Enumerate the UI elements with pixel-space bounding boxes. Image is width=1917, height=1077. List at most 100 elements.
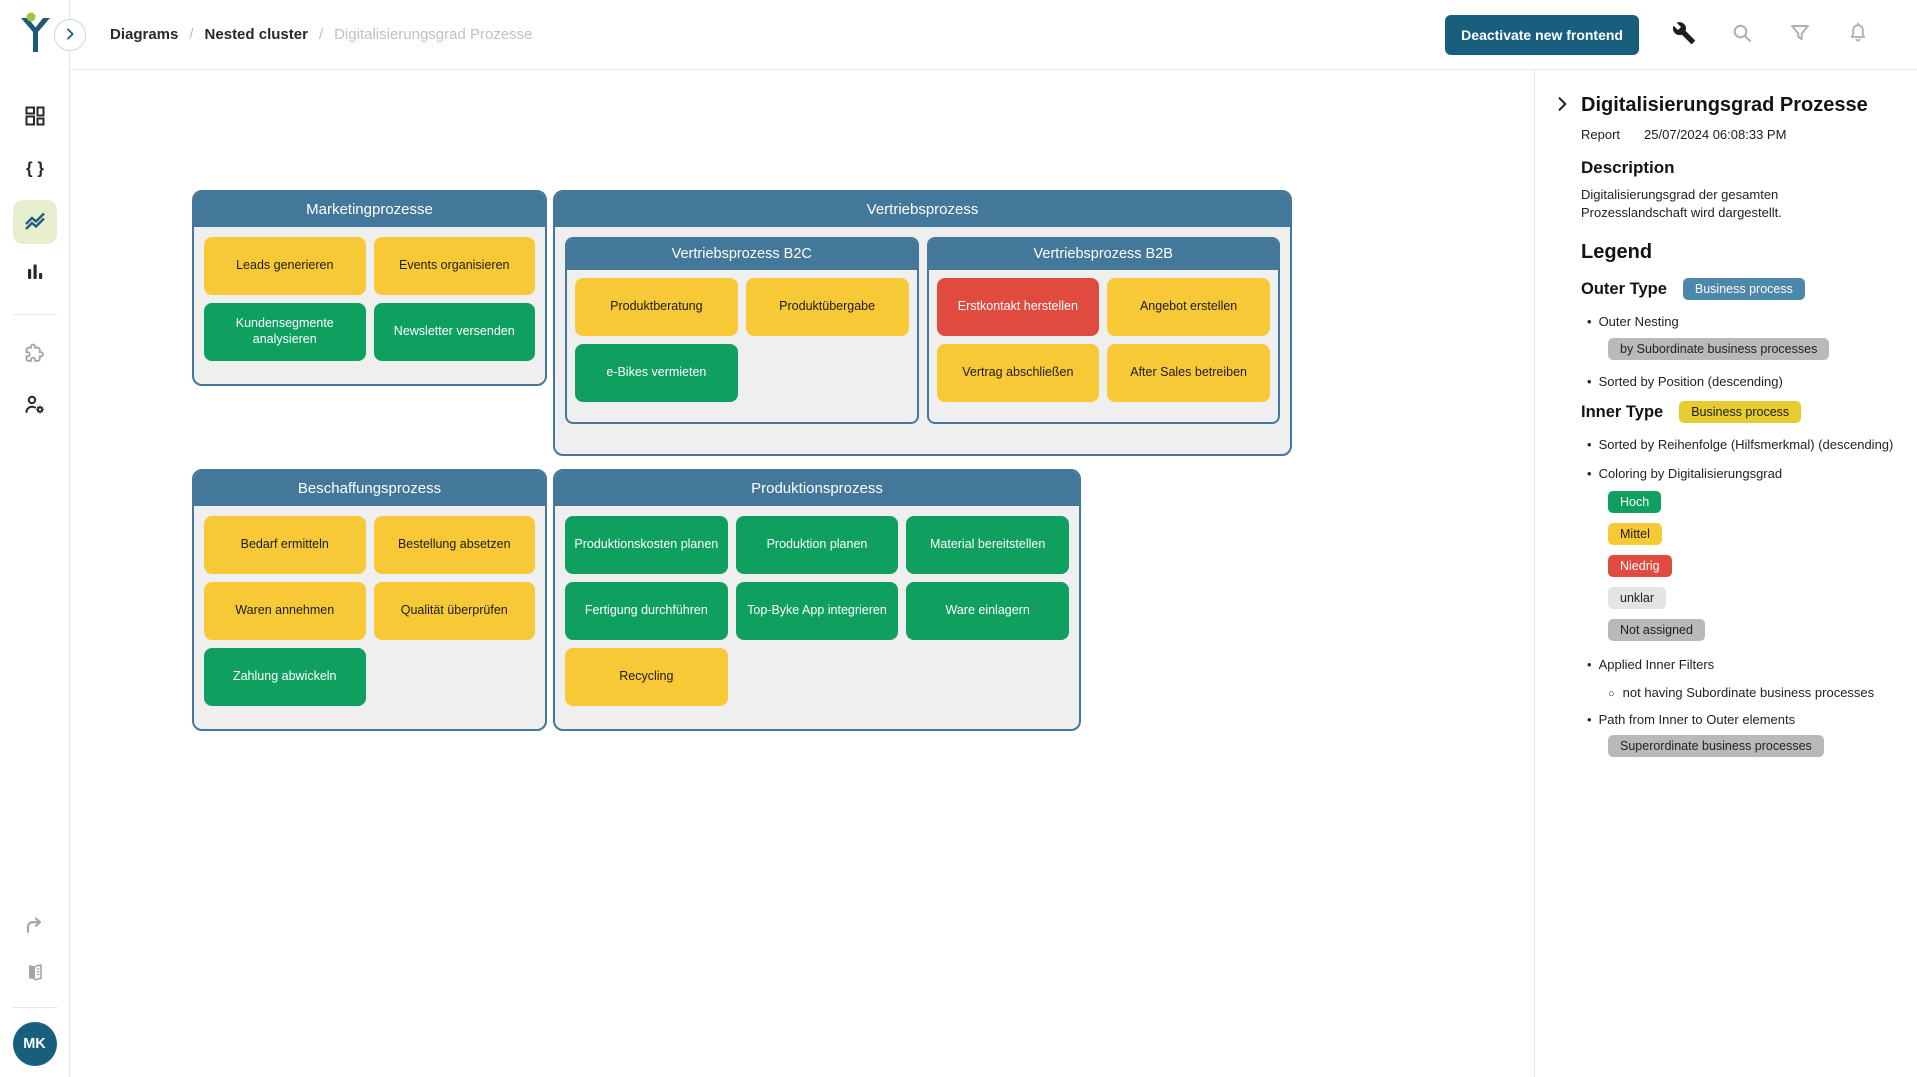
cluster-body: Leads generierenEvents organisierenKunde… <box>194 227 545 371</box>
sidebar-nav: { } <box>0 96 69 429</box>
sidebar-item-diagrams[interactable] <box>13 200 57 244</box>
outer-type-badge: Business process <box>1683 278 1805 300</box>
legend-sorted-inner: Sorted by Reihenfolge (Hilfsmerkmal) (de… <box>1587 437 1903 452</box>
process-cell[interactable]: Waren annehmen <box>204 582 366 640</box>
bell-icon <box>1846 21 1870 48</box>
process-cell[interactable]: Produktion planen <box>736 516 899 574</box>
process-cell[interactable]: Bedarf ermitteln <box>204 516 366 574</box>
process-cell[interactable]: Angebot erstellen <box>1107 278 1270 336</box>
process-cell[interactable]: Produktberatung <box>575 278 738 336</box>
notifications-button[interactable] <box>1845 22 1871 48</box>
sidebar-item-dashboard[interactable] <box>13 96 57 140</box>
cluster-header[interactable]: Beschaffungsprozess <box>194 471 545 506</box>
process-cell[interactable]: Kundensegmente analysieren <box>204 303 366 361</box>
process-cell[interactable]: Erstkontakt herstellen <box>937 278 1100 336</box>
report-datetime: 25/07/2024 06:08:33 PM <box>1644 127 1786 142</box>
report-label: Report <box>1581 127 1620 142</box>
cluster-Vertriebsprozess[interactable]: Vertriebsprozess Vertriebsprozess B2C Prod… <box>553 190 1292 456</box>
legend-path-label: Path from Inner to Outer elements <box>1587 712 1903 727</box>
user-gear-icon <box>23 393 47 422</box>
puzzle-icon <box>23 341 47 370</box>
app-logo <box>13 10 57 56</box>
process-cell[interactable]: Produktionskosten planen <box>565 516 728 574</box>
cluster-header[interactable]: Vertriebsprozess B2C <box>567 239 917 270</box>
breadcrumb-nested-cluster[interactable]: Nested cluster <box>205 26 308 43</box>
legend-outer-nesting: Outer Nesting <box>1587 314 1903 329</box>
page-title: Digitalisierungsgrad Prozesse <box>1581 94 1903 117</box>
legend-applied-filters: Applied Inner Filters <box>1587 657 1903 672</box>
sidebar-item-docs[interactable] <box>13 953 57 997</box>
process-cell[interactable]: Bestellung absetzen <box>374 516 536 574</box>
description-heading: Description <box>1581 158 1903 178</box>
sidebar-item-code[interactable]: { } <box>13 148 57 192</box>
filter-icon <box>1788 21 1812 48</box>
cluster-body: Erstkontakt herstellenAngebot erstellenV… <box>929 270 1279 422</box>
wrench-icon <box>1672 21 1696 48</box>
cluster-Produktionsprozess[interactable]: ProduktionsprozessProduktionskosten plan… <box>553 469 1081 731</box>
process-cell[interactable]: After Sales betreiben <box>1107 344 1270 402</box>
process-cell[interactable]: Vertrag abschließen <box>937 344 1100 402</box>
chevron-right-icon <box>1552 102 1572 117</box>
process-cell[interactable]: Produktübergabe <box>746 278 909 336</box>
process-cell[interactable]: e-Bikes vermieten <box>575 344 738 402</box>
cluster-header[interactable]: Produktionsprozess <box>555 471 1079 506</box>
process-cell[interactable]: Top-Byke App integrieren <box>736 582 899 640</box>
process-cell[interactable]: Zahlung abwickeln <box>204 648 366 706</box>
process-cell[interactable]: Recycling <box>565 648 728 706</box>
description-text: Digitalisierungsgrad der gesamten Prozes… <box>1581 186 1881 221</box>
process-cell[interactable]: Leads generieren <box>204 237 366 295</box>
sidebar-item-plugins[interactable] <box>13 333 57 377</box>
sidebar-divider <box>13 314 57 315</box>
avatar[interactable]: MK <box>13 1022 57 1066</box>
sidebar-item-user-admin[interactable] <box>13 385 57 429</box>
process-cell[interactable]: Newsletter versenden <box>374 303 536 361</box>
report-row: Report 25/07/2024 06:08:33 PM <box>1581 127 1903 142</box>
split-arrow-icon <box>23 913 47 942</box>
process-cell[interactable]: Events organisieren <box>374 237 536 295</box>
filter-button[interactable] <box>1787 22 1813 48</box>
cluster-body: Produktionskosten planenProduktion plane… <box>555 506 1079 716</box>
path-badge: Superordinate business processes <box>1608 735 1824 757</box>
sidebar-item-charts[interactable] <box>13 252 57 296</box>
sidebar-divider-bottom <box>13 1007 57 1008</box>
cluster-Marketingprozesse[interactable]: MarketingprozesseLeads generierenEvents … <box>192 190 547 386</box>
process-cell[interactable]: Qualität überprüfen <box>374 582 536 640</box>
breadcrumb-diagrams[interactable]: Diagrams <box>110 26 178 43</box>
legend-applied-filter-item: not having Subordinate business processe… <box>1608 685 1903 700</box>
deactivate-frontend-button[interactable]: Deactivate new frontend <box>1445 15 1639 55</box>
legend-badge-hoch: Hoch <box>1608 491 1661 513</box>
topbar: Diagrams Nested cluster Digitalisierungs… <box>70 0 1917 70</box>
cluster-header[interactable]: Vertriebsprozess <box>555 192 1290 227</box>
cluster-Vertriebsprozess B2C[interactable]: Vertriebsprozess B2C ProduktberatungProdu… <box>565 237 919 424</box>
cluster-Vertriebsprozess B2B[interactable]: Vertriebsprozess B2BErstkontakt herstell… <box>927 237 1281 424</box>
breadcrumb-current: Digitalisierungsgrad Prozesse <box>334 26 532 43</box>
cluster-header[interactable]: Vertriebsprozess B2B <box>929 239 1279 270</box>
outer-type-row: Outer Type Business process <box>1581 278 1903 300</box>
outer-type-label: Outer Type <box>1581 280 1667 299</box>
search-icon <box>1730 21 1754 48</box>
diagram-canvas[interactable]: MarketingprozesseLeads generierenEvents … <box>70 70 1534 1077</box>
topbar-actions: Deactivate new frontend <box>1445 15 1917 55</box>
process-cell[interactable]: Fertigung durchführen <box>565 582 728 640</box>
cluster-body: Bedarf ermittelnBestellung absetzenWaren… <box>194 506 545 716</box>
cluster-header[interactable]: Marketingprozesse <box>194 192 545 227</box>
sidebar-expand-button[interactable] <box>54 19 86 51</box>
sidebar: { } <box>0 0 70 1077</box>
search-button[interactable] <box>1729 22 1755 48</box>
admin-tools-button[interactable] <box>1671 22 1697 48</box>
cluster-Beschaffungsprozess[interactable]: BeschaffungsprozessBedarf ermittelnBeste… <box>192 469 547 731</box>
process-cell[interactable]: Material bereitstellen <box>906 516 1069 574</box>
sidebar-item-releases[interactable] <box>13 905 57 949</box>
outer-nesting-badge: by Subordinate business processes <box>1608 338 1829 360</box>
code-braces-icon: { } <box>23 156 47 185</box>
breadcrumb-separator <box>319 26 323 43</box>
chevron-right-icon <box>62 26 78 45</box>
book-icon <box>23 961 47 990</box>
panel-collapse-button[interactable] <box>1549 92 1575 118</box>
process-cell[interactable]: Ware einlagern <box>906 582 1069 640</box>
inner-type-label: Inner Type <box>1581 403 1663 422</box>
bar-chart-icon <box>23 260 47 289</box>
legend-sorted-outer: Sorted by Position (descending) <box>1587 374 1903 389</box>
legend-badge-niedrig: Niedrig <box>1608 555 1672 577</box>
svg-text:{ }: { } <box>26 158 44 177</box>
